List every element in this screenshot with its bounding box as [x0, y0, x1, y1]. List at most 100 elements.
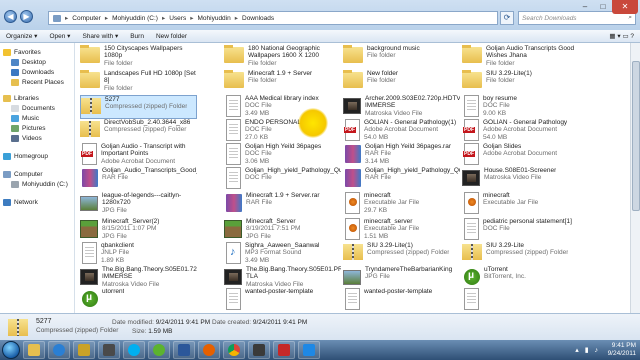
breadcrumb-users[interactable]: Users [169, 15, 186, 22]
vertical-scrollbar[interactable] [630, 43, 640, 313]
breadcrumb-drive[interactable]: Mohiyuddin (C:) [112, 15, 158, 22]
nav-homegroup[interactable]: Homegroup [0, 151, 74, 161]
minimize-button[interactable]: – [576, 0, 594, 14]
nav-downloads[interactable]: Downloads [0, 67, 74, 77]
file-item-text: SIU 3.29-Lite(1) Compressed (zipped) Fold… [367, 242, 449, 266]
organize-button[interactable]: Organize ▾ [6, 32, 37, 40]
file-item[interactable]: minecraft Executable Jar File 29.7 KB [343, 192, 460, 216]
file-item[interactable]: minecraft Executable Jar File [462, 192, 579, 216]
file-item[interactable]: Goljan SlidesAdobe Acrobat Document [462, 143, 579, 167]
file-item[interactable]: background music File folder [343, 45, 460, 69]
file-type: RAR File [246, 199, 273, 207]
file-item[interactable]: GOLIAN - General Pathology(1)Adobe Acrob… [343, 119, 460, 143]
file-item[interactable]: league-of-legends---caitlyn-1280x720 JPG … [80, 192, 197, 216]
file-item[interactable]: DirectVobSub_2.40.3644_x86 Compressed (zi… [80, 119, 197, 143]
file-item[interactable]: Goljan Audio - Transcript with Important… [80, 143, 197, 167]
back-button[interactable]: ◀ [4, 10, 17, 23]
new-folder-button[interactable]: New folder [156, 33, 187, 40]
file-item[interactable]: wanted-poster-template [343, 288, 460, 312]
file-item[interactable]: minecraft_server Executable Jar File 1.51 … [343, 218, 460, 242]
nav-videos[interactable]: Videos [0, 133, 74, 143]
taskbar-app-2[interactable] [248, 341, 270, 359]
taskbar-explorer[interactable] [23, 341, 45, 359]
file-item[interactable]: GOLIAN - General PathologyAdobe Acrobat … [462, 119, 579, 143]
file-item[interactable]: SIU 3.29-Lite(1) Compressed (zipped) Fold… [343, 242, 460, 266]
nav-music[interactable]: Music [0, 113, 74, 123]
file-item[interactable]: Minecraft_Server(2) 8/15/2011 1:07 PM JPG … [80, 218, 197, 242]
details-size-value: 1.59 MB [148, 328, 173, 335]
nav-drive-c[interactable]: Mohiyuddin (C:) [0, 179, 74, 189]
file-item[interactable]: Goljan_High_yield_Pathology_Questions.ra… [343, 167, 460, 191]
file-item[interactable]: Goljan_High_yield_Pathology_QuestionsDOC… [224, 167, 341, 191]
breadcrumb-downloads[interactable]: Downloads [242, 15, 274, 22]
forward-button[interactable]: ▶ [20, 10, 33, 23]
file-item[interactable]: uTorrentBitTorrent, Inc. [462, 266, 579, 290]
file-item[interactable]: Minecraft_Server 8/19/2011 7:51 PM JPG Fil… [224, 218, 341, 242]
system-clock[interactable]: 9:41 PM 9/24/2011 [608, 342, 636, 358]
file-item[interactable]: The.Big.Bang.Theory.S05E01.720p.HDTV.x26… [80, 266, 197, 290]
nav-recent-places[interactable]: Recent Places [0, 77, 74, 87]
file-item[interactable]: The.Big.Bang.Theory.S05E01.PROPER.720p.H… [224, 266, 341, 290]
taskbar-skype[interactable] [123, 341, 145, 359]
file-item[interactable]: boy resume DOC File 9.00 KB [462, 95, 579, 119]
file-item[interactable]: SIU 3.29-Lite(1) File folder [462, 70, 579, 94]
file-item-text: minecraft Executable Jar File [483, 192, 538, 216]
file-item[interactable]: Minecraft 1.9 + Server File folder [224, 70, 341, 94]
share-with-button[interactable]: Share with ▾ [82, 32, 118, 40]
refresh-button[interactable]: ⟳ [500, 11, 514, 25]
file-item[interactable]: Minecraft 1.9 + Server.rar RAR File [224, 192, 341, 216]
taskbar-word[interactable] [173, 341, 195, 359]
taskbar-app-4[interactable] [298, 341, 320, 359]
breadcrumb-user[interactable]: Mohiyuddin [197, 15, 230, 22]
nav-favorites[interactable]: Favorites [0, 47, 74, 57]
file-item[interactable]: 5277 Compressed (zipped) Folder [80, 95, 197, 119]
taskbar-game[interactable] [73, 341, 95, 359]
details-created-value: 9/24/2011 9:41 PM [252, 319, 308, 326]
file-item[interactable]: TryndamereTheBarbarianKing JPG File [343, 266, 460, 290]
file-item[interactable]: qbankclient JNLP File 1.89 KB [80, 242, 197, 266]
open-button[interactable]: Open ▾ [49, 32, 70, 40]
scrollbar-thumb[interactable] [632, 61, 640, 211]
file-item[interactable]: 180 National Geographic Wallpapers 1600 … [224, 45, 341, 69]
start-button[interactable] [2, 341, 20, 359]
file-item[interactable]: Sighra_Aaween_SaanwalMP3 Format Sound3.4… [224, 242, 341, 266]
close-button[interactable]: ✕ [612, 0, 638, 14]
documents-icon [11, 104, 19, 112]
maximize-button[interactable]: □ [594, 0, 612, 14]
address-bar[interactable]: ▸ Computer ▸ Mohiyuddin (C:) ▸ Users ▸ Mohiy… [48, 11, 498, 25]
nav-desktop[interactable]: Desktop [0, 57, 74, 67]
file-item[interactable]: wanted-poster-template [224, 288, 341, 312]
nav-documents[interactable]: Documents [0, 103, 74, 113]
file-item[interactable]: Goljan Audio Transcripts Good Wishes Jha… [462, 45, 579, 69]
nav-computer[interactable]: Computer [0, 169, 74, 179]
file-name: Goljan Audio Transcripts Good Wishes Jha… [486, 45, 575, 60]
nav-libraries[interactable]: Libraries [0, 93, 74, 103]
zip-folder-icon [8, 319, 28, 336]
taskbar-chrome[interactable] [223, 341, 245, 359]
file-item[interactable]: Goljan High Yeild 36pages.rar RAR File 3.1… [343, 143, 460, 167]
breadcrumb-computer[interactable]: Computer [72, 15, 101, 22]
tray-icons[interactable]: ▴ ▮ ♪ [575, 346, 600, 354]
file-item[interactable]: New folder File folder [343, 70, 460, 94]
burn-button[interactable]: Burn [130, 33, 144, 40]
file-item[interactable] [462, 288, 579, 312]
taskbar-media-player[interactable] [48, 341, 70, 359]
file-item[interactable]: Archer.2009.S03E02.720p.HDTV.x264-IMMERS… [343, 95, 460, 119]
file-item[interactable]: 150 Cityscapes Wallpapers 1080p File fold… [80, 45, 197, 69]
taskbar-app[interactable] [98, 341, 120, 359]
nav-network[interactable]: Network [0, 197, 74, 207]
file-item[interactable]: pediatric personal statement[1] DOC File [462, 218, 579, 242]
taskbar-utorrent[interactable] [148, 341, 170, 359]
file-item[interactable]: utorrent [80, 288, 197, 312]
taskbar-firefox[interactable] [198, 341, 220, 359]
nav-pictures[interactable]: Pictures [0, 123, 74, 133]
file-item[interactable]: Goljan High Yeild 36pages DOC File 3.06 MB [224, 143, 341, 167]
taskbar-app-3[interactable] [273, 341, 295, 359]
doc-icon [345, 288, 360, 310]
skype-icon [128, 344, 140, 356]
file-item[interactable]: Landscapes Full HD 1080p [Set 8] File fol… [80, 70, 197, 94]
file-item[interactable]: House.S08E01-Screener Matroska Video File [462, 167, 579, 191]
file-item[interactable]: SIU 3.29-Lite Compressed (zipped) Folder [462, 242, 579, 266]
view-options-icon[interactable]: ▦ ▾ ▭ ? [609, 32, 640, 40]
file-item[interactable]: Goljan_Audio_Transcripts_Good_Wishes_Jha… [80, 167, 197, 191]
